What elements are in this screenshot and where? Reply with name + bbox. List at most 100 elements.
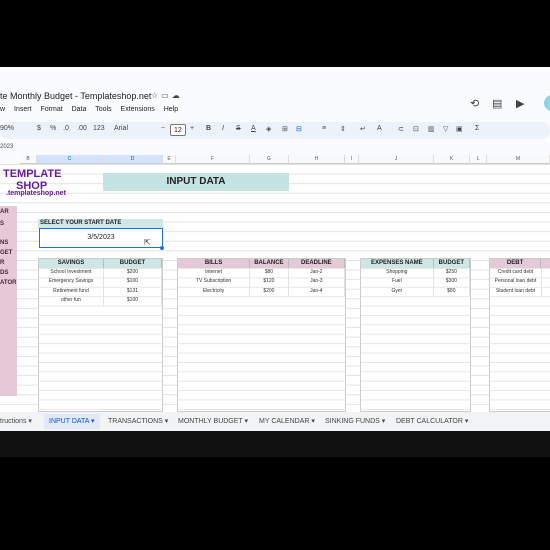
cell[interactable]: $300 [434,277,470,287]
align-icon[interactable]: ≡ [322,125,326,132]
cell[interactable]: Jan-3 [289,277,345,287]
cell[interactable]: $200 [250,286,289,297]
cell[interactable]: $250 [434,268,470,278]
nav-item[interactable]: NS [0,239,8,247]
nav-item[interactable]: DS [0,269,8,277]
nav-item[interactable]: S [0,220,4,228]
col-header[interactable]: L [470,155,487,164]
col-header[interactable]: D [103,155,163,164]
fill-handle[interactable] [160,246,164,250]
cell[interactable]: Shopping [361,268,434,278]
comment-add-icon[interactable]: ⊡ [413,125,419,133]
cell[interactable]: $80 [434,286,470,297]
cell[interactable]: other fun [39,296,104,306]
menu-insert[interactable]: Insert [14,106,32,113]
col-header[interactable]: M [487,155,550,164]
chart-icon[interactable]: ▥ [428,125,435,133]
menu-data[interactable]: Data [72,106,87,113]
functions-icon[interactable]: Σ [475,125,479,132]
comment-icon[interactable]: ▤ [492,97,502,110]
cell[interactable]: Gym [361,286,434,297]
valign-icon[interactable]: ⇕ [340,125,346,133]
rotate-icon[interactable]: A [377,125,382,132]
tab-sinking-funds[interactable]: SINKING FUNDS ▾ [325,417,385,425]
nav-item[interactable]: R [0,259,4,267]
history-icon[interactable]: ⟲ [470,97,479,110]
menu-tools[interactable]: Tools [95,106,111,113]
nav-item[interactable]: GET [0,249,12,257]
decimal-increase-button[interactable]: .00 [77,125,87,132]
table-row[interactable]: School Investment $200 [39,268,162,278]
cell[interactable]: $100 [104,277,162,287]
table-row[interactable]: Gym $80 [361,286,470,297]
strikethrough-button[interactable]: S [236,125,241,132]
tab-instructions[interactable]: tructions ▾ [0,417,32,425]
filter-icon[interactable]: ▽ [443,125,448,133]
tab-monthly-budget[interactable]: MONTHLY BUDGET ▾ [178,417,248,425]
tab-debt-calculator[interactable]: DEBT CALCULATOR ▾ [396,417,468,425]
col-header[interactable]: J [359,155,434,164]
cell[interactable]: $200 [104,268,162,278]
col-header[interactable]: F [176,155,250,164]
tab-my-calendar[interactable]: MY CALENDAR ▾ [259,417,315,425]
col-header[interactable]: K [434,155,470,164]
cell[interactable]: $131 [104,286,162,297]
meet-icon[interactable]: ▶ [516,97,524,110]
table-row[interactable]: Credit card debt [490,268,550,278]
decimal-decrease-button[interactable]: .0 [63,125,69,132]
percent-button[interactable]: % [50,125,56,132]
col-header[interactable]: G [250,155,289,164]
cell[interactable]: $80 [250,268,289,278]
cell[interactable]: $100 [104,296,162,306]
font-size-decrease[interactable]: − [161,125,165,132]
table-row[interactable]: Retirement fund $131 [39,286,162,297]
menu-format[interactable]: Format [40,106,62,113]
cell[interactable]: Emergency Savings [39,277,104,287]
col-header[interactable]: I [345,155,359,164]
table-row[interactable]: other fun $100 [39,296,162,306]
col-header[interactable]: C [37,155,103,164]
font-size-increase[interactable]: + [190,125,194,132]
star-icon[interactable]: ☆ [151,91,161,100]
tab-input-data[interactable]: INPUT DATA ▾ [44,414,100,429]
cell[interactable]: Jan-2 [289,268,345,278]
merge-cells-icon[interactable]: ⊟ [296,125,302,133]
cell[interactable]: Fuel [361,277,434,287]
fill-color-icon[interactable]: ◈ [266,125,271,133]
table-row[interactable]: Student loan debt [490,286,550,297]
avatar[interactable] [544,95,550,111]
table-row[interactable]: Fuel $300 [361,277,470,287]
table-row[interactable]: Internet $80 Jan-2 [178,268,345,278]
nav-item[interactable]: ATOR [0,279,16,287]
cell[interactable]: Student loan debt [490,286,542,297]
cell[interactable]: Personal loan debt [490,277,542,287]
col-header[interactable]: B [20,155,37,164]
cell[interactable]: School Investment [39,268,104,278]
text-color-button[interactable]: A [251,125,256,132]
folder-icon[interactable]: ▭ [161,91,172,100]
borders-icon[interactable]: ⊞ [282,125,288,133]
menu-extensions[interactable]: Extensions [121,106,155,113]
number-format-button[interactable]: 123 [93,125,105,132]
cell[interactable]: $120 [250,277,289,287]
views-icon[interactable]: ▣ [456,125,463,133]
wrap-icon[interactable]: ↵ [360,125,366,133]
cell[interactable]: Retirement fund [39,286,104,297]
bold-button[interactable]: B [206,125,211,132]
link-icon[interactable]: ⊂ [398,125,404,133]
zoom-select[interactable]: 90% [0,125,14,132]
table-row[interactable]: Emergency Savings $100 [39,277,162,287]
tab-transactions[interactable]: TRANSACTIONS ▾ [108,417,168,425]
cloud-icon[interactable]: ☁ [172,91,183,100]
cell[interactable]: Electricity [178,286,251,297]
font-select[interactable]: Arial [114,125,128,132]
cell[interactable]: TV Subscription [178,277,251,287]
currency-button[interactable]: $ [37,125,41,132]
menu-help[interactable]: Help [164,106,178,113]
col-header[interactable]: E [163,155,176,164]
italic-button[interactable]: I [222,125,224,132]
table-row[interactable]: Personal loan debt [490,277,550,287]
table-row[interactable]: Shopping $250 [361,268,470,278]
table-row[interactable]: Electricity $200 Jan-4 [178,286,345,297]
name-box[interactable]: 2023 [0,144,13,150]
